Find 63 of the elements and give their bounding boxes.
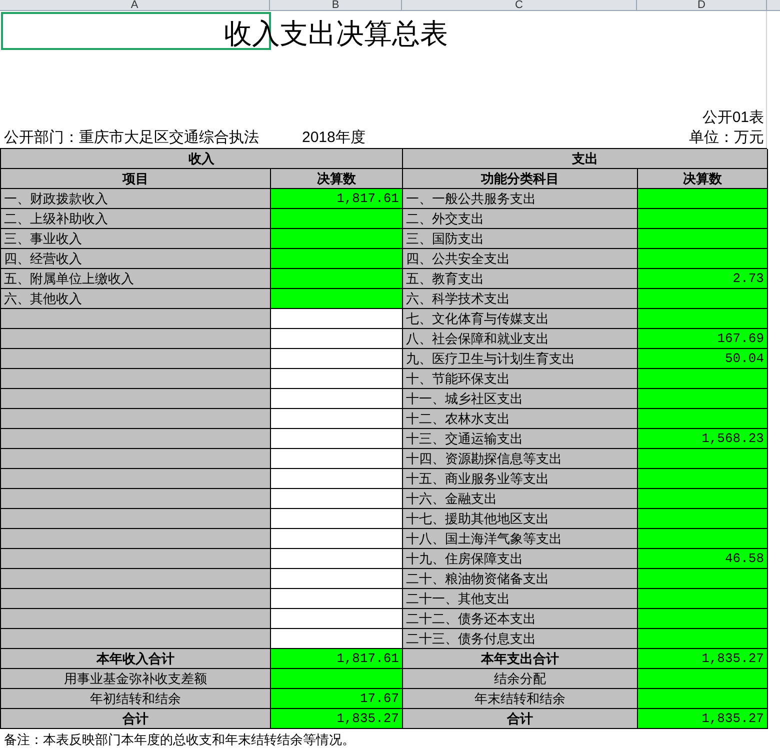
column-header[interactable]: B [332,0,340,10]
table-cell: 十四、资源勘探信息等支出 [403,449,638,469]
table-cell: 合计 [403,709,638,729]
table-cell: 十三、交通运输支出 [403,429,638,449]
unit-label: 单位：万元 [689,129,764,147]
table-cell: 46.58 [638,549,768,569]
table-cell: 年初结转和结余 [1,689,271,709]
table-cell: 十六、金融支出 [403,489,638,509]
table-cell: 五、附属单位上缴收入 [1,269,271,289]
table-cell: 八、社会保障和就业支出 [403,329,638,349]
table-cell: 四、经营收入 [1,249,271,269]
table-cell: 1,817.61 [271,189,403,209]
table-cell: 167.69 [638,329,768,349]
table-cell: 三、事业收入 [1,229,271,249]
section-header: 收入 [1,149,403,169]
table-cell: 用事业基金弥补收支差额 [1,669,271,689]
table-cell: 六、其他收入 [1,289,271,309]
table-cell: 十、节能环保支出 [403,369,638,389]
table-cell: 二十、粮油物资储备支出 [403,569,638,589]
column-heading: 功能分类科目 [403,169,638,189]
table-cell: 17.67 [271,689,403,709]
table-cell: 四、公共安全支出 [403,249,638,269]
table-cell: 本年支出合计 [403,649,638,669]
table-cell: 本年收入合计 [1,649,271,669]
table-cell: 二十一、其他支出 [403,589,638,609]
column-heading: 决算数 [271,169,403,189]
column-header[interactable]: C [515,0,523,10]
table-cell: 十二、农林水支出 [403,409,638,429]
table-cell: 2.73 [638,269,768,289]
table-cell: 1,568.23 [638,429,768,449]
table-cell: 一、财政拨款收入 [1,189,271,209]
table-cell: 十八、国土海洋气象等支出 [403,529,638,549]
table-cell: 十五、商业服务业等支出 [403,469,638,489]
column-header[interactable]: A [130,0,138,10]
column-heading: 项目 [1,169,271,189]
column-header[interactable]: D [698,0,706,10]
table-cell: 一、一般公共服务支出 [403,189,638,209]
department-label: 公开部门：重庆市大足区交通综合执法 [4,129,260,147]
table-cell: 二十三、债务付息支出 [403,629,638,649]
table-cell: 1,817.61 [271,649,403,669]
table-cell: 合计 [1,709,271,729]
table-cell: 十七、援助其他地区支出 [403,509,638,529]
table-cell: 二十二、债务还本支出 [403,609,638,629]
table-cell: 十一、城乡社区支出 [403,389,638,409]
column-heading: 决算数 [638,169,768,189]
table-cell: 七、文化体育与传媒支出 [403,309,638,329]
table-cell: 九、医疗卫生与计划生育支出 [403,349,638,369]
table-cell: 1,835.27 [638,649,768,669]
fiscal-year: 2018年度 [302,129,366,147]
form-number: 公开01表 [702,109,764,127]
table-cell: 六、科学技术支出 [403,289,638,309]
section-header: 支出 [403,149,768,169]
table-cell: 三、国防支出 [403,229,638,249]
table-cell: 十九、住房保障支出 [403,549,638,569]
table-cell: 五、教育支出 [403,269,638,289]
table-cell: 1,835.27 [638,709,768,729]
table-cell: 二、外交支出 [403,209,638,229]
table-cell: 1,835.27 [271,709,403,729]
footnote: 备注：本表反映部门本年度的总收支和年末结转结余等情况。 [4,732,355,748]
table-cell: 年末结转和结余 [403,689,638,709]
table-cell: 二、上级补助收入 [1,209,271,229]
table-cell: 结余分配 [403,669,638,689]
table-cell: 50.04 [638,349,768,369]
